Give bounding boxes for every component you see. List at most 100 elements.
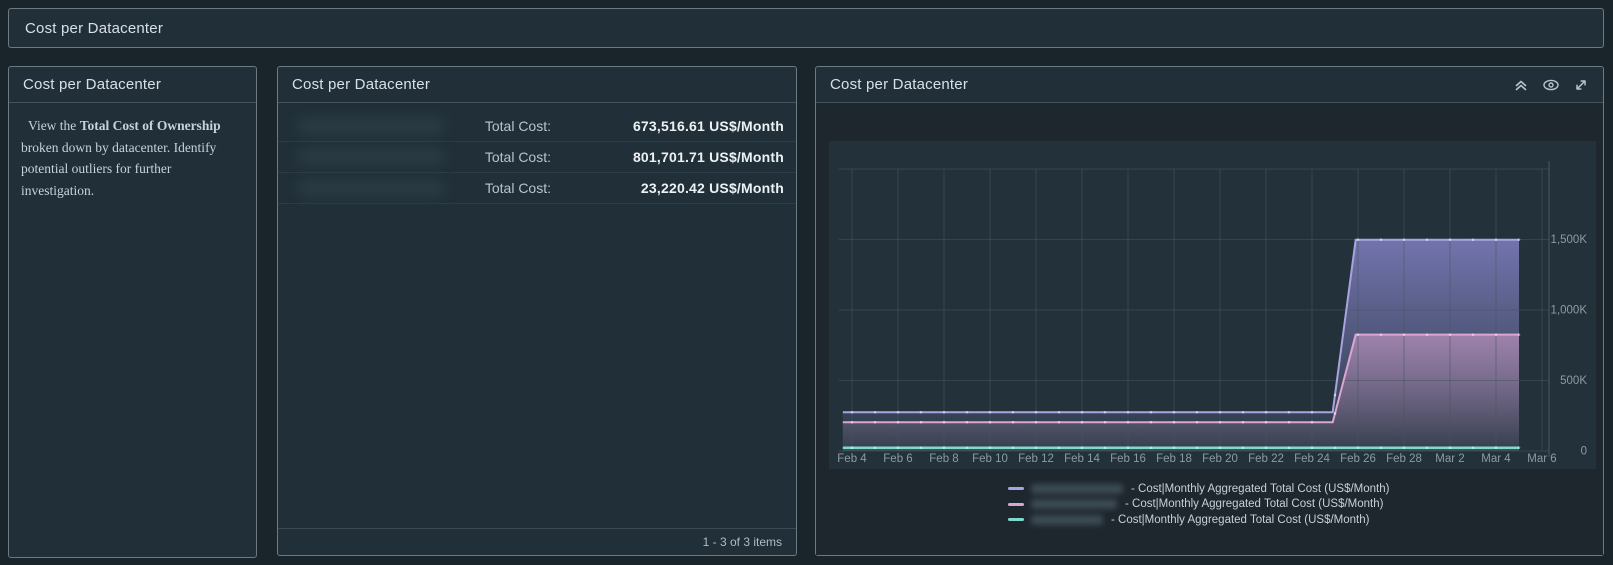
total-cost-label: Total Cost: xyxy=(484,149,551,165)
table-row[interactable]: Total Cost: 673,516.61 US$/Month xyxy=(278,111,796,142)
expand-icon[interactable] xyxy=(1573,77,1589,93)
data-point-marker xyxy=(1011,446,1015,450)
y-tick-label: 500K xyxy=(1560,375,1587,387)
total-cost-label: Total Cost: xyxy=(484,180,551,196)
total-cost-value: 801,701.71 US$/Month xyxy=(632,149,784,165)
data-point-marker xyxy=(1264,446,1268,450)
data-point-marker xyxy=(1149,446,1153,450)
legend-swatch xyxy=(1008,502,1024,506)
data-point-marker xyxy=(942,410,946,414)
widget-toolbar xyxy=(1513,77,1589,93)
data-point-marker xyxy=(1172,446,1176,450)
pagination-status: 1 - 3 of 3 items xyxy=(278,528,796,555)
data-point-marker xyxy=(1402,333,1406,336)
legend-item[interactable]: - Cost|Monthly Aggregated Total Cost (US… xyxy=(1008,497,1389,513)
legend-item[interactable]: - Cost|Monthly Aggregated Total Cost (US… xyxy=(1008,481,1389,497)
datacenter-name-redacted xyxy=(290,147,455,167)
data-point-marker xyxy=(1172,420,1176,424)
data-point-marker xyxy=(988,420,992,424)
data-point-marker xyxy=(1517,446,1521,450)
data-point-marker xyxy=(988,446,992,450)
data-point-marker xyxy=(965,410,969,414)
data-point-marker xyxy=(1241,420,1245,424)
x-tick-label: Feb 12 xyxy=(1018,453,1054,465)
data-point-marker xyxy=(1195,420,1199,424)
data-point-marker xyxy=(1057,446,1061,450)
data-point-marker xyxy=(1218,420,1222,424)
data-point-marker xyxy=(1080,420,1084,424)
eye-icon[interactable] xyxy=(1542,77,1560,93)
legend-swatch xyxy=(1008,487,1024,491)
data-point-marker xyxy=(1402,446,1406,450)
total-cost-label: Total Cost: xyxy=(484,118,551,134)
total-cost-value: 23,220.42 US$/Month xyxy=(640,180,784,196)
data-point-marker xyxy=(1333,393,1337,397)
table-row[interactable]: Total Cost: 23,220.42 US$/Month xyxy=(278,173,796,204)
data-point-marker xyxy=(1425,446,1429,450)
total-cost-value: 673,516.61 US$/Month xyxy=(632,118,784,134)
collapse-icon[interactable] xyxy=(1513,77,1529,93)
legend-name-redacted xyxy=(1031,483,1123,494)
data-point-marker xyxy=(1126,420,1130,424)
data-point-marker xyxy=(1011,410,1015,414)
x-tick-label: Mar 2 xyxy=(1435,453,1464,465)
legend-item[interactable]: - Cost|Monthly Aggregated Total Cost (US… xyxy=(1008,512,1389,528)
data-point-marker xyxy=(1195,446,1199,450)
data-point-marker xyxy=(1448,446,1452,450)
data-point-marker xyxy=(919,410,923,414)
info-widget-title: Cost per Datacenter xyxy=(23,76,162,93)
legend-label: - Cost|Monthly Aggregated Total Cost (US… xyxy=(1131,482,1390,495)
data-point-marker xyxy=(1333,412,1337,415)
data-point-marker xyxy=(1287,420,1291,424)
x-tick-label: Feb 14 xyxy=(1064,453,1100,465)
redaction-blur xyxy=(296,178,446,198)
data-point-marker xyxy=(896,410,900,414)
x-tick-label: Feb 8 xyxy=(929,453,958,465)
data-point-marker xyxy=(1034,420,1038,424)
data-point-marker xyxy=(942,420,946,424)
info-widget-description: View the Total Cost of Ownership broken … xyxy=(9,103,256,213)
x-tick-label: Mar 4 xyxy=(1481,453,1511,465)
data-point-marker xyxy=(1517,238,1521,242)
data-point-marker xyxy=(1310,420,1314,424)
chart-widget-title: Cost per Datacenter xyxy=(830,76,969,93)
data-point-marker xyxy=(1356,446,1360,450)
data-point-marker xyxy=(942,446,946,450)
data-point-marker xyxy=(1287,410,1291,414)
cost-area-chart[interactable]: 0 500K 1,000K 1,500K Feb 4 Feb 6 Feb 8 Feb 10 Fe… xyxy=(829,141,1596,469)
dashboard: Cost per Datacenter Cost per Datacenter … xyxy=(0,0,1613,565)
table-row[interactable]: Total Cost: 801,701.71 US$/Month xyxy=(278,142,796,173)
data-point-marker xyxy=(1172,410,1176,414)
data-point-marker xyxy=(1103,446,1107,450)
data-point-marker xyxy=(1379,446,1383,450)
legend-name-redacted xyxy=(1031,499,1117,510)
data-point-marker xyxy=(1425,238,1429,242)
legend-label: - Cost|Monthly Aggregated Total Cost (US… xyxy=(1125,498,1384,511)
data-point-marker xyxy=(1195,410,1199,414)
info-widget-header: Cost per Datacenter xyxy=(9,67,256,103)
x-tick-label: Feb 26 xyxy=(1340,453,1376,465)
y-tick-label: 1,000K xyxy=(1551,305,1588,317)
datacenter-name-redacted xyxy=(290,178,455,198)
data-point-marker xyxy=(1494,238,1498,242)
y-tick-label: 0 xyxy=(1581,446,1587,458)
x-tick-label: Feb 20 xyxy=(1202,453,1238,465)
data-point-marker xyxy=(1471,333,1475,336)
legend-name-redacted xyxy=(1031,514,1103,525)
data-point-marker xyxy=(1264,420,1268,424)
x-tick-label: Feb 28 xyxy=(1386,453,1422,465)
data-point-marker xyxy=(1034,446,1038,450)
x-tick-label: Feb 24 xyxy=(1294,453,1330,465)
description-text: broken down by datacenter. Identify pote… xyxy=(21,139,217,198)
area-chart: 0 500K 1,000K 1,500K Feb 4 Feb 6 Feb 8 Feb 10 Fe… xyxy=(829,141,1596,469)
redaction-blur xyxy=(296,147,446,167)
data-point-marker xyxy=(1218,446,1222,450)
data-point-marker xyxy=(1034,410,1038,414)
x-tick-label: Feb 6 xyxy=(883,453,912,465)
description-text: View the xyxy=(28,118,80,133)
data-point-marker xyxy=(1241,410,1245,414)
datacenter-name-redacted xyxy=(290,116,455,136)
data-point-marker xyxy=(1057,420,1061,424)
data-point-marker xyxy=(965,446,969,450)
list-widget-title: Cost per Datacenter xyxy=(292,76,431,93)
